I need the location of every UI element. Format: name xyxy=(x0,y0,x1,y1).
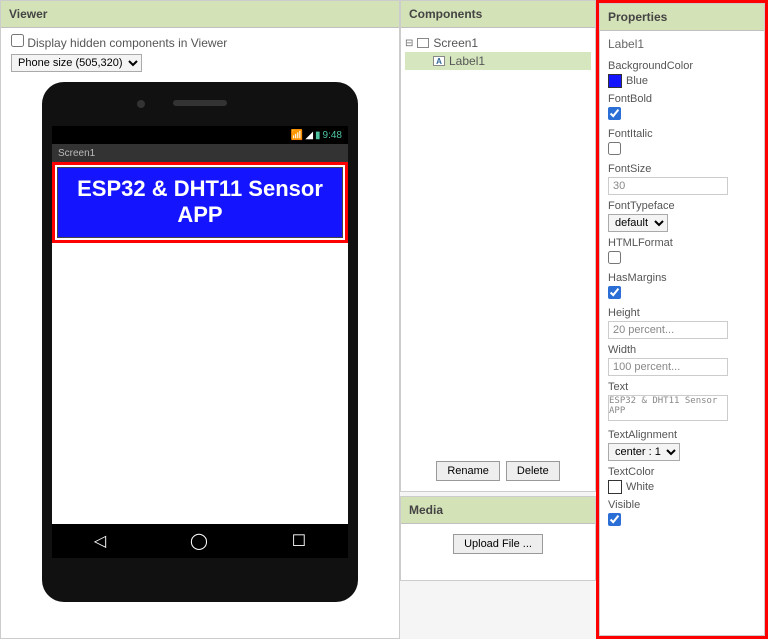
bgcolor-name: Blue xyxy=(626,75,648,87)
prop-fontsize-input[interactable] xyxy=(608,177,728,195)
panel-header-components: Components xyxy=(401,1,595,28)
prop-text-textarea[interactable] xyxy=(608,395,728,421)
prop-htmlformat-checkbox[interactable] xyxy=(608,251,621,264)
prop-hasmargins-label: HasMargins xyxy=(608,272,756,284)
tree-label-screen1: Screen1 xyxy=(433,36,478,50)
tree-item-label1[interactable]: A Label1 xyxy=(405,52,591,70)
nav-home-icon[interactable]: ◯ xyxy=(190,531,208,551)
selected-component-name: Label1 xyxy=(600,31,764,57)
prop-height-input[interactable] xyxy=(608,321,728,339)
textcolor-swatch xyxy=(608,480,622,494)
prop-height-label: Height xyxy=(608,307,756,319)
wifi-icon: 📶 xyxy=(291,130,303,141)
prop-fontsize-label: FontSize xyxy=(608,163,756,175)
phone-frame: 📶 ◢ ▮ 9:48 Screen1 ESP32 & DHT11 Sensor … xyxy=(42,82,358,602)
prop-textcolor-field[interactable]: White xyxy=(608,480,756,494)
screen-size-select[interactable]: Phone size (505,320) xyxy=(11,54,142,72)
prop-width-input[interactable] xyxy=(608,358,728,376)
hidden-components-checkbox[interactable] xyxy=(11,34,24,47)
prop-hasmargins-checkbox[interactable] xyxy=(608,286,621,299)
phone-screen: 📶 ◢ ▮ 9:48 Screen1 ESP32 & DHT11 Sensor … xyxy=(52,126,348,558)
prop-width-label: Width xyxy=(608,344,756,356)
phone-speaker-icon xyxy=(173,100,227,106)
prop-htmlformat-label: HTMLFormat xyxy=(608,237,756,249)
battery-icon: ▮ xyxy=(315,130,321,141)
status-time: 9:48 xyxy=(323,130,342,141)
prop-fontitalic-label: FontItalic xyxy=(608,128,756,140)
textcolor-name: White xyxy=(626,481,654,493)
label1-highlight: ESP32 & DHT11 Sensor APP xyxy=(52,162,348,243)
label1-preview[interactable]: ESP32 & DHT11 Sensor APP xyxy=(57,167,343,238)
panel-header-properties: Properties xyxy=(600,4,764,31)
app-title-bar: Screen1 xyxy=(52,144,348,162)
delete-button[interactable]: Delete xyxy=(506,461,560,481)
prop-fontitalic-checkbox[interactable] xyxy=(608,142,621,155)
android-nav-bar: ◁ ◯ ☐ xyxy=(52,524,348,558)
prop-visible-checkbox[interactable] xyxy=(608,513,621,526)
prop-bgcolor-field[interactable]: Blue xyxy=(608,74,756,88)
prop-fonttypeface-label: FontTypeface xyxy=(608,200,756,212)
rename-button[interactable]: Rename xyxy=(436,461,500,481)
prop-visible-label: Visible xyxy=(608,499,756,511)
prop-bgcolor-label: BackgroundColor xyxy=(608,60,756,72)
bgcolor-swatch xyxy=(608,74,622,88)
upload-file-button[interactable]: Upload File ... xyxy=(453,534,543,554)
tree-expander-icon[interactable]: ⊟ xyxy=(405,38,413,49)
panel-header-viewer: Viewer xyxy=(1,1,399,28)
prop-textcolor-label: TextColor xyxy=(608,466,756,478)
hidden-components-label: Display hidden components in Viewer xyxy=(27,36,227,50)
prop-text-label: Text xyxy=(608,381,756,393)
signal-icon: ◢ xyxy=(305,130,313,141)
prop-textalignment-label: TextAlignment xyxy=(608,429,756,441)
phone-camera-icon xyxy=(137,100,145,108)
nav-back-icon[interactable]: ◁ xyxy=(94,531,106,551)
tree-label-label1: Label1 xyxy=(449,54,485,68)
tree-item-screen1[interactable]: ⊟ Screen1 xyxy=(405,34,591,52)
prop-fonttypeface-select[interactable]: default xyxy=(608,214,668,232)
hidden-components-toggle[interactable]: Display hidden components in Viewer xyxy=(11,36,227,50)
prop-textalignment-select[interactable]: center : 1 xyxy=(608,443,680,461)
label-icon: A xyxy=(433,56,445,66)
prop-fontbold-checkbox[interactable] xyxy=(608,107,621,120)
status-bar: 📶 ◢ ▮ 9:48 xyxy=(52,126,348,144)
panel-header-media: Media xyxy=(401,497,595,524)
screen-icon xyxy=(417,38,429,48)
nav-recent-icon[interactable]: ☐ xyxy=(292,531,306,551)
prop-fontbold-label: FontBold xyxy=(608,93,756,105)
